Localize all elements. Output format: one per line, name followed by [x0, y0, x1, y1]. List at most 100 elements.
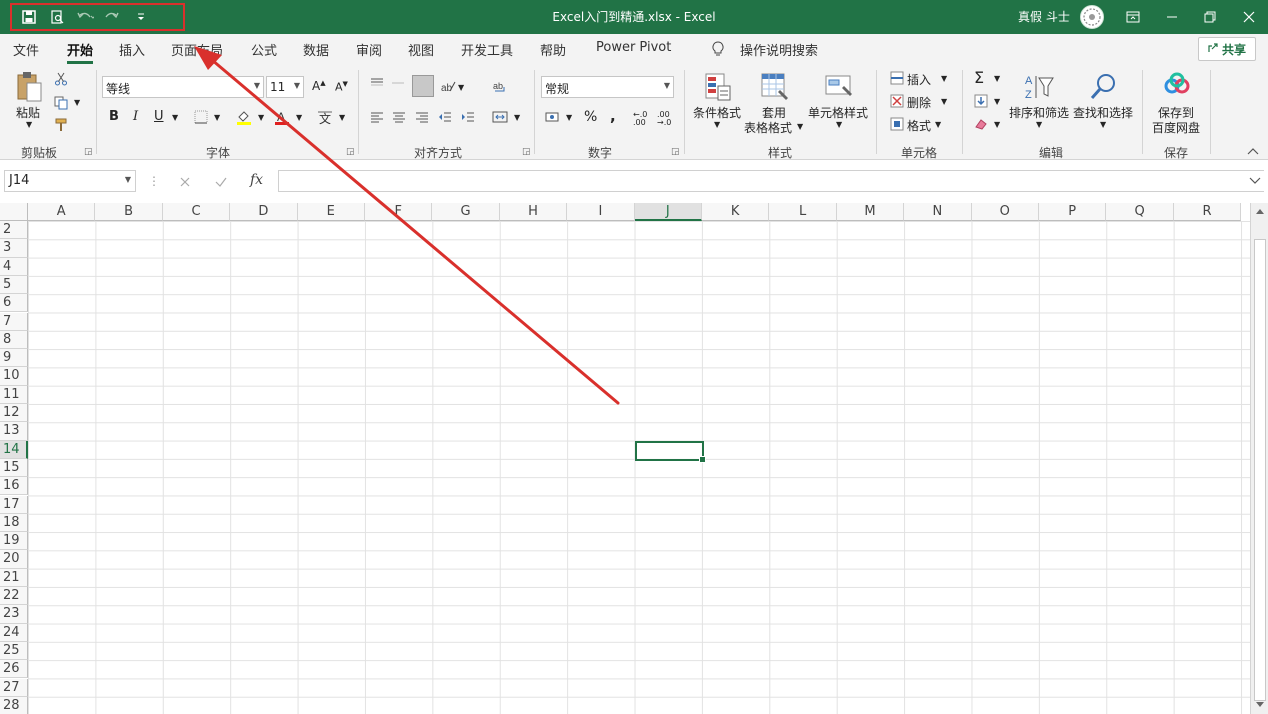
column-header-e[interactable]: E: [297, 203, 365, 221]
column-header-j[interactable]: J: [634, 203, 702, 221]
column-header-p[interactable]: P: [1039, 203, 1107, 221]
paste-label[interactable]: 粘贴: [16, 104, 40, 121]
collapse-ribbon-icon[interactable]: [1246, 146, 1260, 156]
chevron-down-icon[interactable]: ▼: [458, 83, 464, 92]
fill-icon[interactable]: [973, 93, 989, 109]
tab-view[interactable]: 视图: [408, 40, 434, 59]
tab-formulas[interactable]: 公式: [251, 40, 277, 59]
chevron-down-icon[interactable]: ▼: [258, 113, 264, 122]
borders-icon[interactable]: [193, 109, 209, 125]
number-launcher-icon[interactable]: ◲: [671, 147, 680, 157]
tab-page-layout[interactable]: 页面布局: [171, 40, 223, 59]
row-header-28[interactable]: 28: [0, 696, 28, 714]
orientation-icon[interactable]: ab: [440, 78, 456, 94]
row-header-20[interactable]: 20: [0, 550, 28, 569]
percent-style-button[interactable]: %: [584, 109, 597, 125]
row-header-16[interactable]: 16: [0, 477, 28, 496]
chevron-down-icon[interactable]: ▼: [1036, 120, 1042, 129]
align-left-icon[interactable]: [369, 110, 385, 124]
decrease-decimal-icon[interactable]: .00 →.0: [657, 111, 671, 127]
baidu-netdisk-icon[interactable]: [1160, 70, 1194, 100]
increase-font-icon[interactable]: A▲: [312, 79, 326, 93]
row-header-17[interactable]: 17: [0, 495, 28, 514]
underline-button[interactable]: U: [154, 109, 164, 124]
merge-center-icon[interactable]: [491, 110, 509, 124]
tab-help[interactable]: 帮助: [540, 40, 566, 59]
save-netdisk-label-2[interactable]: 百度网盘: [1152, 119, 1200, 136]
delete-cells-icon[interactable]: [889, 93, 905, 109]
align-center-icon[interactable]: [391, 110, 407, 124]
row-header-12[interactable]: 12: [0, 404, 28, 423]
increase-indent-icon[interactable]: [460, 110, 476, 124]
conditional-formatting-label[interactable]: 条件格式: [693, 104, 741, 121]
chevron-down-icon[interactable]: ▼: [214, 113, 220, 122]
restore-icon[interactable]: [1197, 4, 1223, 30]
font-color-icon[interactable]: A: [273, 108, 291, 126]
print-preview-icon[interactable]: [46, 6, 68, 28]
clipboard-launcher-icon[interactable]: ◲: [84, 147, 93, 157]
format-painter-icon[interactable]: [52, 116, 70, 134]
chevron-down-icon[interactable]: ▼: [941, 97, 947, 106]
insert-cells-icon[interactable]: [889, 70, 905, 86]
row-header-19[interactable]: 19: [0, 532, 28, 551]
chevron-down-icon[interactable]: ▼: [994, 120, 1000, 129]
cancel-entry-icon[interactable]: [177, 174, 193, 190]
font-name-combo[interactable]: 等线 ▼: [102, 76, 264, 98]
column-header-q[interactable]: Q: [1106, 203, 1174, 221]
tell-me-search[interactable]: 操作说明搜索: [740, 40, 818, 59]
column-header-g[interactable]: G: [432, 203, 500, 221]
row-header-27[interactable]: 27: [0, 678, 28, 697]
close-icon[interactable]: [1236, 4, 1262, 30]
bold-button[interactable]: B: [109, 109, 119, 124]
row-header-18[interactable]: 18: [0, 513, 28, 533]
scroll-down-icon[interactable]: [1254, 699, 1266, 711]
chevron-down-icon[interactable]: ▼: [339, 113, 345, 122]
italic-button[interactable]: I: [133, 109, 138, 124]
cell-area[interactable]: [28, 221, 1250, 714]
column-header-a[interactable]: A: [28, 203, 96, 221]
tab-power-pivot[interactable]: Power Pivot: [596, 40, 671, 55]
sort-filter-icon[interactable]: AZ: [1022, 70, 1056, 104]
conditional-formatting-icon[interactable]: [700, 70, 734, 104]
wrap-text-icon[interactable]: ab: [491, 78, 509, 94]
chevron-down-icon[interactable]: ▼: [714, 120, 720, 129]
column-header-d[interactable]: D: [230, 203, 298, 221]
column-header-b[interactable]: B: [95, 203, 163, 221]
find-select-label[interactable]: 查找和选择: [1073, 104, 1133, 121]
vertical-scrollbar[interactable]: [1250, 203, 1268, 714]
copy-dropdown-icon[interactable]: ▼: [74, 98, 80, 107]
tab-data[interactable]: 数据: [303, 40, 329, 59]
row-header-21[interactable]: 21: [0, 568, 28, 587]
row-header-22[interactable]: 22: [0, 587, 28, 606]
scrollbar-thumb[interactable]: [1254, 239, 1266, 701]
name-box[interactable]: J14 ▼: [4, 170, 136, 192]
row-header-5[interactable]: 5: [0, 275, 28, 295]
increase-decimal-icon[interactable]: ←.0.00: [633, 111, 647, 127]
minimize-icon[interactable]: [1159, 4, 1185, 30]
chevron-down-icon[interactable]: ▼: [994, 97, 1000, 106]
column-header-h[interactable]: H: [499, 203, 568, 221]
format-as-table-icon[interactable]: [758, 70, 792, 104]
paste-dropdown-icon[interactable]: ▼: [26, 120, 32, 129]
tab-review[interactable]: 审阅: [356, 40, 382, 59]
chevron-down-icon[interactable]: ▼: [994, 74, 1000, 83]
save-icon[interactable]: [18, 6, 40, 28]
share-button[interactable]: 共享: [1198, 37, 1256, 61]
chevron-down-icon[interactable]: ▼: [935, 120, 941, 129]
cut-icon[interactable]: [52, 70, 70, 88]
row-header-2[interactable]: 2: [0, 221, 28, 240]
clear-icon[interactable]: [973, 116, 989, 132]
chevron-down-icon[interactable]: ▼: [1100, 120, 1106, 129]
row-header-26[interactable]: 26: [0, 660, 28, 679]
column-header-f[interactable]: F: [365, 203, 433, 221]
row-header-7[interactable]: 7: [0, 312, 28, 331]
column-header-c[interactable]: C: [162, 203, 231, 221]
alignment-launcher-icon[interactable]: ◲: [522, 147, 531, 157]
column-header-k[interactable]: K: [702, 203, 770, 221]
align-bottom-icon[interactable]: [412, 75, 434, 97]
align-top-icon[interactable]: [369, 76, 385, 90]
row-header-3[interactable]: 3: [0, 239, 28, 258]
chevron-down-icon[interactable]: ▼: [514, 113, 520, 122]
ribbon-display-icon[interactable]: [1120, 4, 1146, 30]
align-right-icon[interactable]: [414, 110, 430, 124]
